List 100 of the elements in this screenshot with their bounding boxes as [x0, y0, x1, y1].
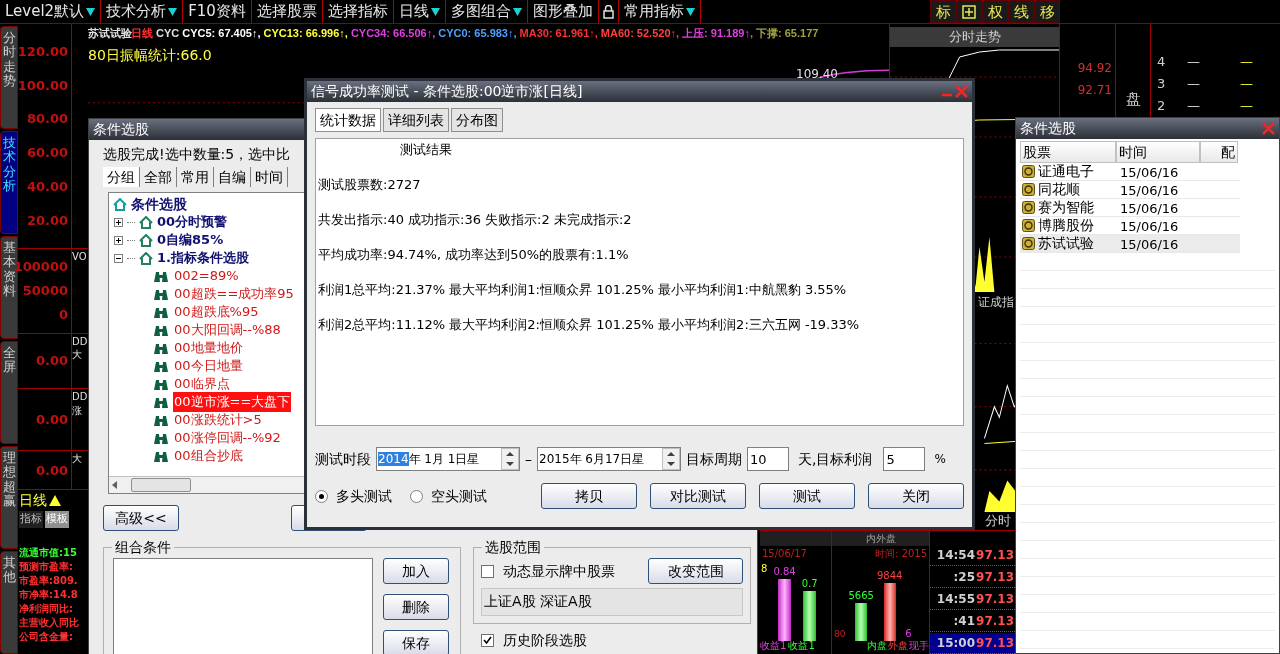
toolbar-button[interactable]: 线	[1008, 0, 1034, 23]
menu-item[interactable]: 技术分析	[101, 0, 184, 23]
indicator-value: CYC0: 65.983↑,	[438, 26, 517, 41]
toolbar-button[interactable]: 移	[1034, 0, 1060, 23]
radio-label: 空头测试	[431, 486, 487, 506]
menu-item[interactable]: F10资料	[183, 0, 252, 23]
index-label: 证成指	[978, 294, 1014, 311]
tree-item[interactable]: 002=89%	[173, 266, 240, 286]
tree-folder[interactable]: 1.指标条件选股	[157, 248, 249, 268]
menu-item[interactable]: 图形叠加	[527, 0, 599, 23]
toolbar-button[interactable]	[956, 0, 982, 23]
side-tab[interactable]: 理想超赢	[0, 446, 18, 549]
close-icon[interactable]	[955, 85, 968, 98]
pane-label: VO	[72, 250, 88, 264]
tree-item[interactable]: 00涨停回调--%92	[173, 428, 282, 448]
column-header[interactable]: 时间	[1116, 141, 1200, 163]
menu-item[interactable]: 选择股票	[251, 0, 323, 23]
side-tab[interactable]: 技术分析	[0, 131, 18, 234]
menu-item[interactable]: Level2默认	[0, 0, 102, 23]
spinner-icon[interactable]	[662, 448, 680, 470]
start-date-picker[interactable]: 2014年 1月 1日星	[376, 447, 520, 471]
menu-item[interactable]: 多图组合	[445, 0, 528, 23]
axis-label: 0.00	[35, 463, 68, 477]
collapse-icon[interactable]	[114, 253, 123, 263]
dialog-tab[interactable]: 分布图	[451, 108, 503, 132]
axis-label: 80.00	[26, 112, 68, 126]
expand-icon[interactable]	[114, 217, 123, 227]
dialog-button[interactable]: 拷贝	[541, 483, 637, 509]
table-row[interactable]: 同花顺 15/06/16	[1020, 181, 1240, 199]
scrollbar-thumb[interactable]	[131, 478, 191, 492]
radio-button[interactable]	[315, 489, 328, 503]
table-cell-text: 15/06/16	[1119, 218, 1180, 234]
cycle-input[interactable]: 10	[747, 447, 789, 471]
pane-label: 大	[72, 349, 83, 362]
dialog-button[interactable]: 关闭	[868, 483, 964, 509]
field-label: 测试时段	[315, 449, 371, 469]
table-row[interactable]: 苏试试验 15/06/16	[1020, 235, 1240, 253]
toolbar-button[interactable]: 权	[982, 0, 1008, 23]
tree-item[interactable]: 00超跌==成功率95	[173, 284, 295, 304]
tick-price: 97.13	[976, 569, 1014, 586]
side-tab[interactable]: 其他	[0, 551, 18, 654]
radio-button[interactable]	[410, 489, 423, 503]
bar-label: 现手	[909, 641, 929, 653]
column-header[interactable]: 配	[1200, 141, 1238, 163]
checkbox[interactable]	[481, 564, 494, 578]
table-cell-text: 同花顺	[1038, 180, 1080, 199]
stat-line: 流通市值:15	[19, 545, 78, 560]
toolbar-button[interactable]: 标	[930, 0, 956, 23]
profit-input[interactable]: 5	[883, 447, 926, 471]
dialog-button[interactable]: 对比测试	[650, 483, 746, 509]
table-row[interactable]: 赛为智能 15/06/16	[1020, 199, 1240, 217]
tree-item[interactable]: 00涨跌统计>5	[173, 410, 263, 430]
table-cell-text: 15/06/16	[1119, 164, 1180, 180]
dialog-button[interactable]: 测试	[759, 483, 855, 509]
panel-title: 分时走势	[948, 28, 1001, 47]
axis-label: 40.00	[26, 180, 68, 193]
list-button[interactable]: 保存	[383, 630, 449, 654]
tree-item[interactable]: 00大阳回调--%88	[173, 320, 282, 340]
tree-item[interactable]: 00超跌底%95	[173, 302, 260, 322]
side-tab[interactable]: 全屏	[0, 341, 18, 444]
filter-tab[interactable]: 分组	[103, 167, 140, 187]
expand-icon[interactable]	[114, 235, 123, 245]
axis-label: 50000	[22, 284, 68, 298]
indicator-value: CYC	[156, 26, 180, 41]
dialog-tab[interactable]: 详细列表	[383, 108, 449, 132]
menu-item[interactable]: 选择指标	[322, 0, 394, 23]
column-header[interactable]: 股票	[1020, 141, 1116, 163]
checkbox-label: 历史阶段选股	[503, 631, 587, 650]
tree-item[interactable]: 00逆市涨==大盘下	[173, 392, 292, 412]
dialog-tab[interactable]: 统计数据	[315, 108, 381, 132]
close-icon[interactable]	[1262, 122, 1275, 135]
stat-line: 公司含金量:	[19, 629, 74, 644]
tree-folder[interactable]: 00分时预警	[157, 212, 228, 232]
tree-item[interactable]: 00临界点	[173, 374, 231, 394]
list-button[interactable]: 加入	[383, 558, 449, 584]
menu-item[interactable]: 常用指标	[618, 0, 701, 23]
advanced-button[interactable]: 高级<<	[103, 505, 179, 531]
side-tab[interactable]: 分时走势	[0, 26, 18, 129]
tree-item[interactable]: 00今日地量	[173, 356, 244, 376]
table-row[interactable]: 博腾股份 15/06/16	[1020, 217, 1240, 235]
list-button[interactable]: 删除	[383, 594, 449, 620]
checkbox[interactable]	[481, 634, 494, 647]
axis-label: 80	[834, 627, 846, 641]
tick-price: 97.13	[976, 635, 1014, 652]
axis-label: 0.00	[35, 354, 68, 368]
stat-line: 主营收入同比	[19, 615, 80, 630]
spinner-icon[interactable]	[501, 448, 519, 470]
tree-item[interactable]: 00地量地价	[173, 338, 244, 358]
bar	[803, 591, 817, 641]
end-date-picker[interactable]: 2015年 6月17日星	[537, 447, 681, 471]
tree-folder[interactable]: 0自编85%	[157, 230, 224, 250]
change-range-button[interactable]: 改变范围	[648, 558, 743, 584]
panel-tab[interactable]: 指标	[19, 511, 43, 528]
binoculars-icon	[153, 341, 169, 355]
table-row[interactable]: 证通电子 15/06/16	[1020, 163, 1240, 181]
menu-item[interactable]: 日线	[393, 0, 446, 23]
tick-price: 97.13	[976, 613, 1014, 630]
stat-line: 市净率:14.8	[19, 587, 79, 602]
tree-item[interactable]: 00组合抄底	[173, 446, 244, 466]
tree-root-label[interactable]: 条件选股	[131, 193, 187, 215]
